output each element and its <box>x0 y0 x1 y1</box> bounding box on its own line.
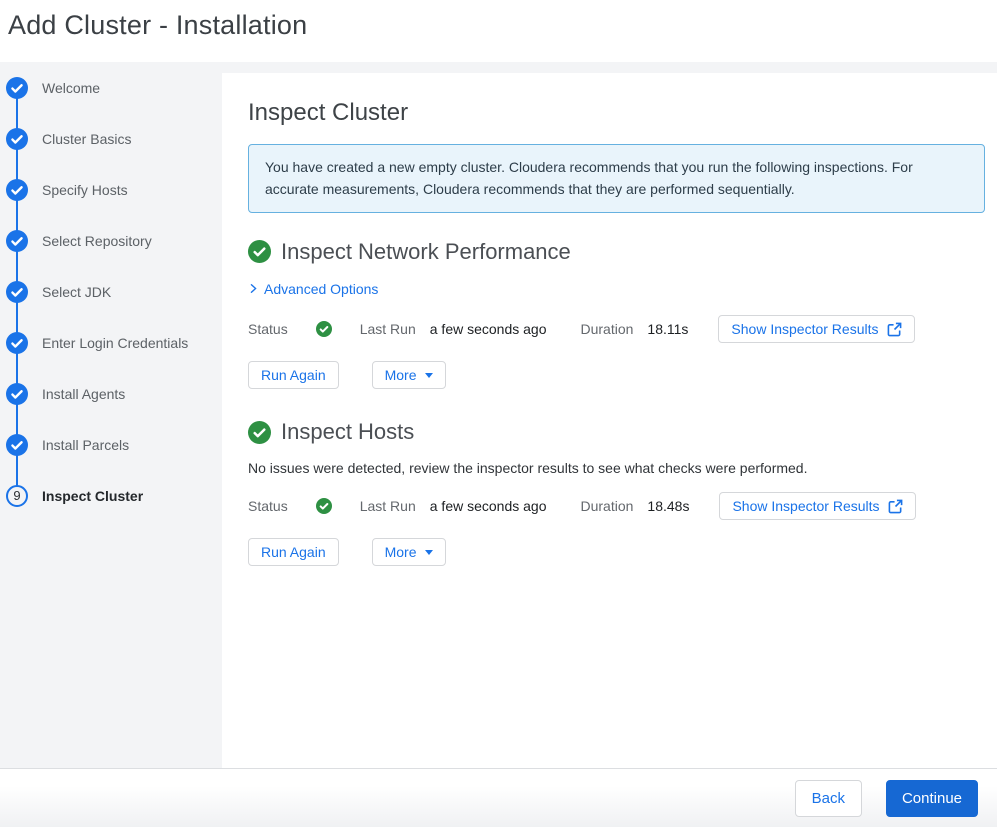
last-run-value: a few seconds ago <box>430 498 547 514</box>
content-heading: Inspect Cluster <box>248 99 985 127</box>
inspect-cluster-panel: Inspect Cluster You have created a new e… <box>222 73 997 768</box>
check-circle-icon <box>316 498 332 514</box>
sidebar-item-inspect-cluster: 9 Inspect Cluster <box>0 470 222 521</box>
more-label: More <box>385 544 417 560</box>
last-run-label: Last Run <box>360 498 416 514</box>
actions-row: Run Again More <box>248 538 985 566</box>
more-label: More <box>385 367 417 383</box>
section-inspect-hosts: Inspect Hosts No issues were detected, r… <box>248 419 985 566</box>
advanced-options-link[interactable]: Advanced Options <box>248 281 378 297</box>
sidebar-item-label: Cluster Basics <box>42 131 131 147</box>
duration-value: 18.11s <box>647 321 688 337</box>
check-circle-icon <box>6 77 28 99</box>
sidebar-item-label: Specify Hosts <box>42 182 128 198</box>
check-circle-icon <box>6 230 28 252</box>
add-cluster-wizard-window: Add Cluster - Installation Welcome Cluste… <box>0 0 997 827</box>
section-inspect-network-performance: Inspect Network Performance Advanced Opt… <box>248 239 985 390</box>
check-circle-icon <box>316 321 332 337</box>
actions-row: Run Again More <box>248 361 985 389</box>
continue-button[interactable]: Continue <box>886 780 978 817</box>
sidebar-item-label: Install Agents <box>42 386 125 402</box>
sidebar-item-specify-hosts: Specify Hosts <box>0 164 222 215</box>
run-again-label: Run Again <box>261 544 326 560</box>
sidebar-item-label: Install Parcels <box>42 437 129 453</box>
sidebar-item-select-jdk: Select JDK <box>0 266 222 317</box>
status-row: Status Last Run a few seconds ago Durati… <box>248 315 985 343</box>
run-again-button[interactable]: Run Again <box>248 361 339 389</box>
wizard-footer: Back Continue <box>0 768 997 827</box>
show-inspector-results-label: Show Inspector Results <box>732 498 879 514</box>
sidebar-item-label: Enter Login Credentials <box>42 335 188 351</box>
last-run-label: Last Run <box>360 321 416 337</box>
main-area: Inspect Cluster You have created a new e… <box>222 62 997 768</box>
caret-down-icon <box>425 373 433 378</box>
sidebar-item-label: Select Repository <box>42 233 152 249</box>
more-button[interactable]: More <box>372 538 446 566</box>
step-number-badge: 9 <box>6 485 28 507</box>
check-circle-icon <box>6 383 28 405</box>
steps-list: Welcome Cluster Basics Specify Hosts Select… <box>0 62 222 521</box>
status-row: Status Last Run a few seconds ago Durati… <box>248 492 985 520</box>
check-circle-icon <box>6 434 28 456</box>
info-banner: You have created a new empty cluster. Cl… <box>248 144 985 213</box>
chevron-right-icon <box>248 283 259 294</box>
show-inspector-results-label: Show Inspector Results <box>731 321 878 337</box>
show-inspector-results-button[interactable]: Show Inspector Results <box>719 492 915 520</box>
check-circle-icon <box>6 332 28 354</box>
advanced-options-label: Advanced Options <box>264 281 378 297</box>
sidebar-item-label: Select JDK <box>42 284 111 300</box>
duration-value: 18.48s <box>647 498 689 514</box>
sidebar-item-select-repository: Select Repository <box>0 215 222 266</box>
caret-down-icon <box>425 550 433 555</box>
last-run-value: a few seconds ago <box>430 321 547 337</box>
check-circle-icon <box>6 281 28 303</box>
check-circle-icon <box>6 128 28 150</box>
section-header: Inspect Hosts <box>248 419 985 445</box>
back-button[interactable]: Back <box>795 780 862 817</box>
page-header: Add Cluster - Installation <box>0 0 997 62</box>
sidebar-item-welcome: Welcome <box>0 62 222 113</box>
wizard-body: Welcome Cluster Basics Specify Hosts Select… <box>0 62 997 768</box>
check-circle-icon <box>248 240 271 263</box>
status-label: Status <box>248 321 288 337</box>
sidebar-item-enter-login-credentials: Enter Login Credentials <box>0 317 222 368</box>
sidebar-item-install-agents: Install Agents <box>0 368 222 419</box>
run-again-label: Run Again <box>261 367 326 383</box>
wizard-steps-sidebar: Welcome Cluster Basics Specify Hosts Select… <box>0 62 222 768</box>
external-link-icon <box>888 499 903 514</box>
check-circle-icon <box>248 421 271 444</box>
section-title: Inspect Hosts <box>281 419 414 445</box>
show-inspector-results-button[interactable]: Show Inspector Results <box>718 315 914 343</box>
section-note: No issues were detected, review the insp… <box>248 460 985 476</box>
more-button[interactable]: More <box>372 361 446 389</box>
sidebar-item-install-parcels: Install Parcels <box>0 419 222 470</box>
duration-label: Duration <box>581 321 634 337</box>
duration-label: Duration <box>581 498 634 514</box>
status-label: Status <box>248 498 288 514</box>
external-link-icon <box>887 322 902 337</box>
sidebar-item-cluster-basics: Cluster Basics <box>0 113 222 164</box>
check-circle-icon <box>6 179 28 201</box>
sidebar-item-label: Welcome <box>42 80 100 96</box>
sidebar-item-label: Inspect Cluster <box>42 488 143 504</box>
page-title: Add Cluster - Installation <box>8 10 307 40</box>
section-header: Inspect Network Performance <box>248 239 985 265</box>
section-title: Inspect Network Performance <box>281 239 571 265</box>
run-again-button[interactable]: Run Again <box>248 538 339 566</box>
